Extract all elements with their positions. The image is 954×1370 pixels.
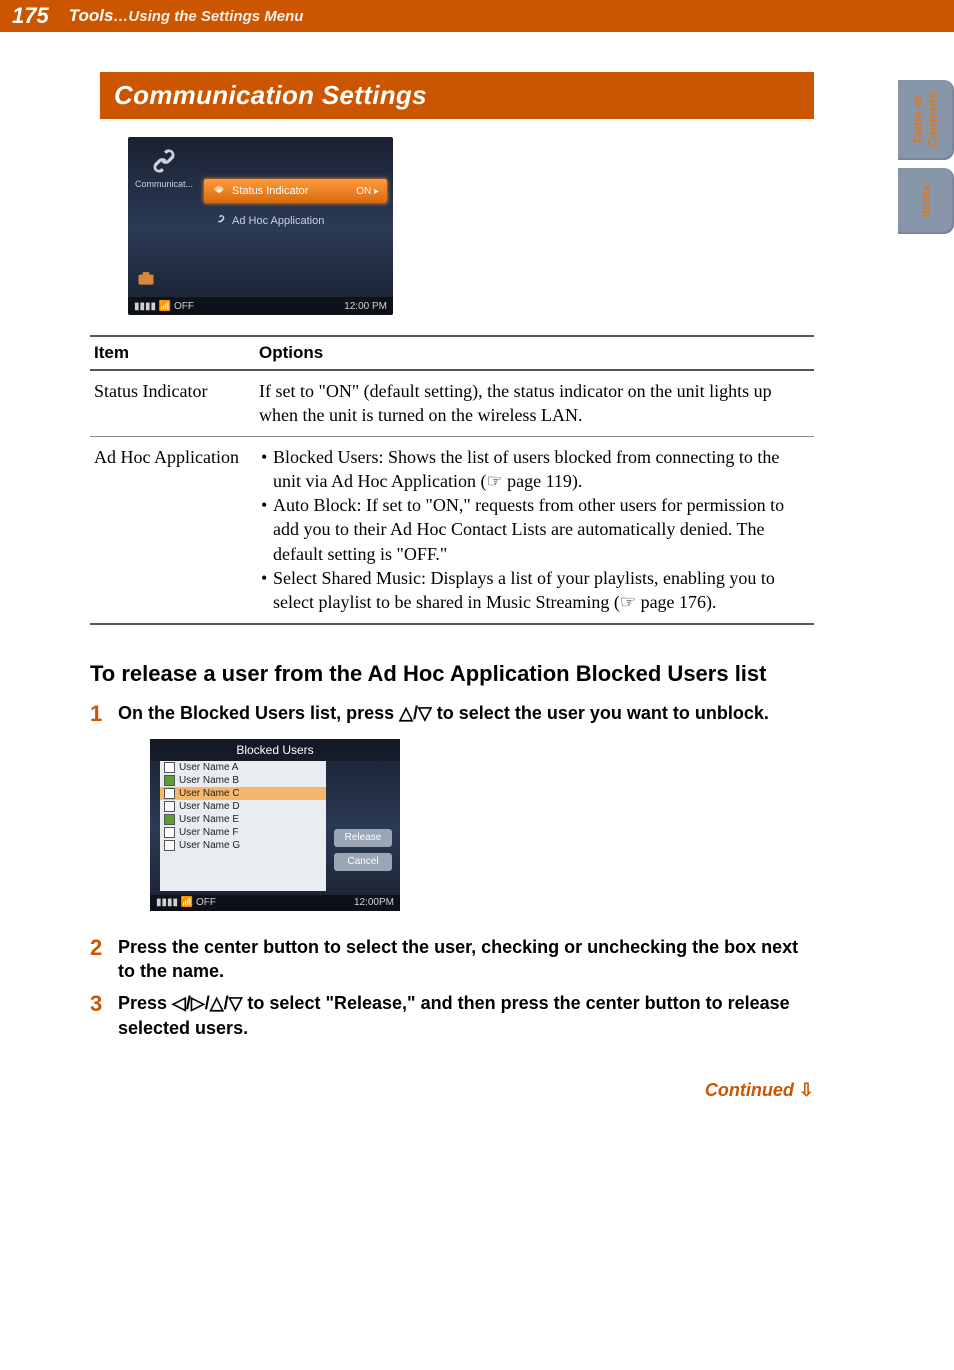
item-cell: Ad Hoc Application	[90, 436, 255, 624]
options-cell: Blocked Users: Shows the list of users b…	[255, 436, 814, 624]
communication-settings-screenshot: Communicat... Status Indicator ON ▸ Ad H…	[128, 137, 393, 315]
status-indicator-value: ON ▸	[356, 186, 379, 197]
list-item: User Name B	[160, 774, 326, 787]
clock: 12:00PM	[354, 897, 394, 908]
communication-icon-label: Communicat...	[135, 179, 193, 189]
section-name: Using the Settings Menu	[128, 8, 303, 25]
blocked-users-title: Blocked Users	[150, 739, 400, 761]
pointer-icon: ☞	[486, 469, 502, 493]
status-indicator-label: Status Indicator	[232, 185, 350, 197]
checkbox-icon	[164, 762, 175, 773]
battery-wifi-status: ▮▮▮▮ 📶 OFF	[156, 897, 216, 908]
communication-icon: Communicat...	[134, 147, 194, 189]
settings-bottom-icon	[136, 268, 156, 291]
options-cell: If set to "ON" (default setting), the st…	[255, 370, 814, 436]
toc-label: Table ofContents	[912, 92, 941, 148]
adhoc-label: Ad Hoc Application	[232, 215, 379, 227]
up-down-nav: △/▽	[399, 701, 432, 725]
item-cell: Status Indicator	[90, 370, 255, 436]
checkbox-icon	[164, 827, 175, 838]
chapter-name: Tools	[69, 6, 114, 25]
checkbox-icon	[164, 788, 175, 799]
clock: 12:00 PM	[344, 301, 387, 312]
index-tab[interactable]: Index	[898, 168, 954, 234]
screenshot2-footer: ▮▮▮▮ 📶 OFF 12:00PM	[150, 895, 400, 911]
gear-icon	[212, 184, 226, 198]
section-title: Communication Settings	[90, 72, 814, 119]
down-arrow-icon: ⇩	[799, 1080, 814, 1101]
ellipsis: …	[113, 8, 128, 25]
step-number: 3	[90, 991, 108, 1040]
toc-tab[interactable]: Table ofContents	[898, 80, 954, 160]
page-content: Communication Settings Communicat... Sta…	[0, 32, 954, 1121]
step-text: Press the center button to select the us…	[118, 935, 814, 984]
side-tabs: Table ofContents Index	[898, 80, 954, 234]
link-icon	[212, 214, 226, 228]
checkbox-checked-icon	[164, 814, 175, 825]
all-nav: ◁/▷/△/▽	[172, 991, 242, 1015]
checkbox-checked-icon	[164, 775, 175, 786]
bullet-blocked-users: Blocked Users: Shows the list of users b…	[259, 445, 810, 494]
list-item: User Name D	[160, 800, 326, 813]
step-1: 1 On the Blocked Users list, press △/▽ t…	[90, 701, 814, 727]
header-breadcrumb: Tools…Using the Settings Menu	[69, 6, 304, 26]
blocked-users-list: User Name A User Name B User Name C User…	[160, 761, 326, 891]
page-header: 175 Tools…Using the Settings Menu	[0, 0, 954, 32]
options-table: Item Options Status Indicator If set to …	[90, 335, 814, 625]
step-number: 1	[90, 701, 108, 727]
checkbox-icon	[164, 801, 175, 812]
step-2: 2 Press the center button to select the …	[90, 935, 814, 984]
sub-heading: To release a user from the Ad Hoc Applic…	[90, 661, 814, 687]
page-number: 175	[12, 3, 49, 29]
checkbox-icon	[164, 840, 175, 851]
blocked-users-screenshot: Blocked Users User Name A User Name B Us…	[150, 739, 400, 911]
step-text: On the Blocked Users list, press △/▽ to …	[118, 701, 814, 727]
col-item: Item	[90, 336, 255, 370]
step-number: 2	[90, 935, 108, 984]
battery-wifi-status: ▮▮▮▮ 📶 OFF	[134, 301, 194, 312]
list-item: User Name F	[160, 826, 326, 839]
step-3: 3 Press ◁/▷/△/▽ to select "Release," and…	[90, 991, 814, 1040]
list-item: User Name A	[160, 761, 326, 774]
bullet-auto-block: Auto Block: If set to "ON," requests fro…	[259, 493, 810, 566]
list-item: User Name G	[160, 839, 326, 852]
cancel-button: Cancel	[334, 853, 392, 871]
table-row: Ad Hoc Application Blocked Users: Shows …	[90, 436, 814, 624]
continued-indicator: Continued ⇩	[90, 1080, 814, 1101]
bullet-select-shared: Select Shared Music: Displays a list of …	[259, 566, 810, 615]
list-item-selected: User Name C	[160, 787, 326, 800]
index-label: Index	[919, 184, 933, 218]
release-button: Release	[334, 829, 392, 847]
adhoc-row: Ad Hoc Application	[204, 209, 387, 233]
toolbox-icon	[136, 268, 156, 288]
list-item: User Name E	[160, 813, 326, 826]
step-text: Press ◁/▷/△/▽ to select "Release," and t…	[118, 991, 814, 1040]
col-options: Options	[255, 336, 814, 370]
pointer-icon: ☞	[620, 590, 636, 614]
screenshot1-footer: ▮▮▮▮ 📶 OFF 12:00 PM	[128, 297, 393, 315]
link-icon	[150, 147, 178, 175]
status-indicator-row: Status Indicator ON ▸	[204, 179, 387, 203]
table-row: Status Indicator If set to "ON" (default…	[90, 370, 814, 436]
